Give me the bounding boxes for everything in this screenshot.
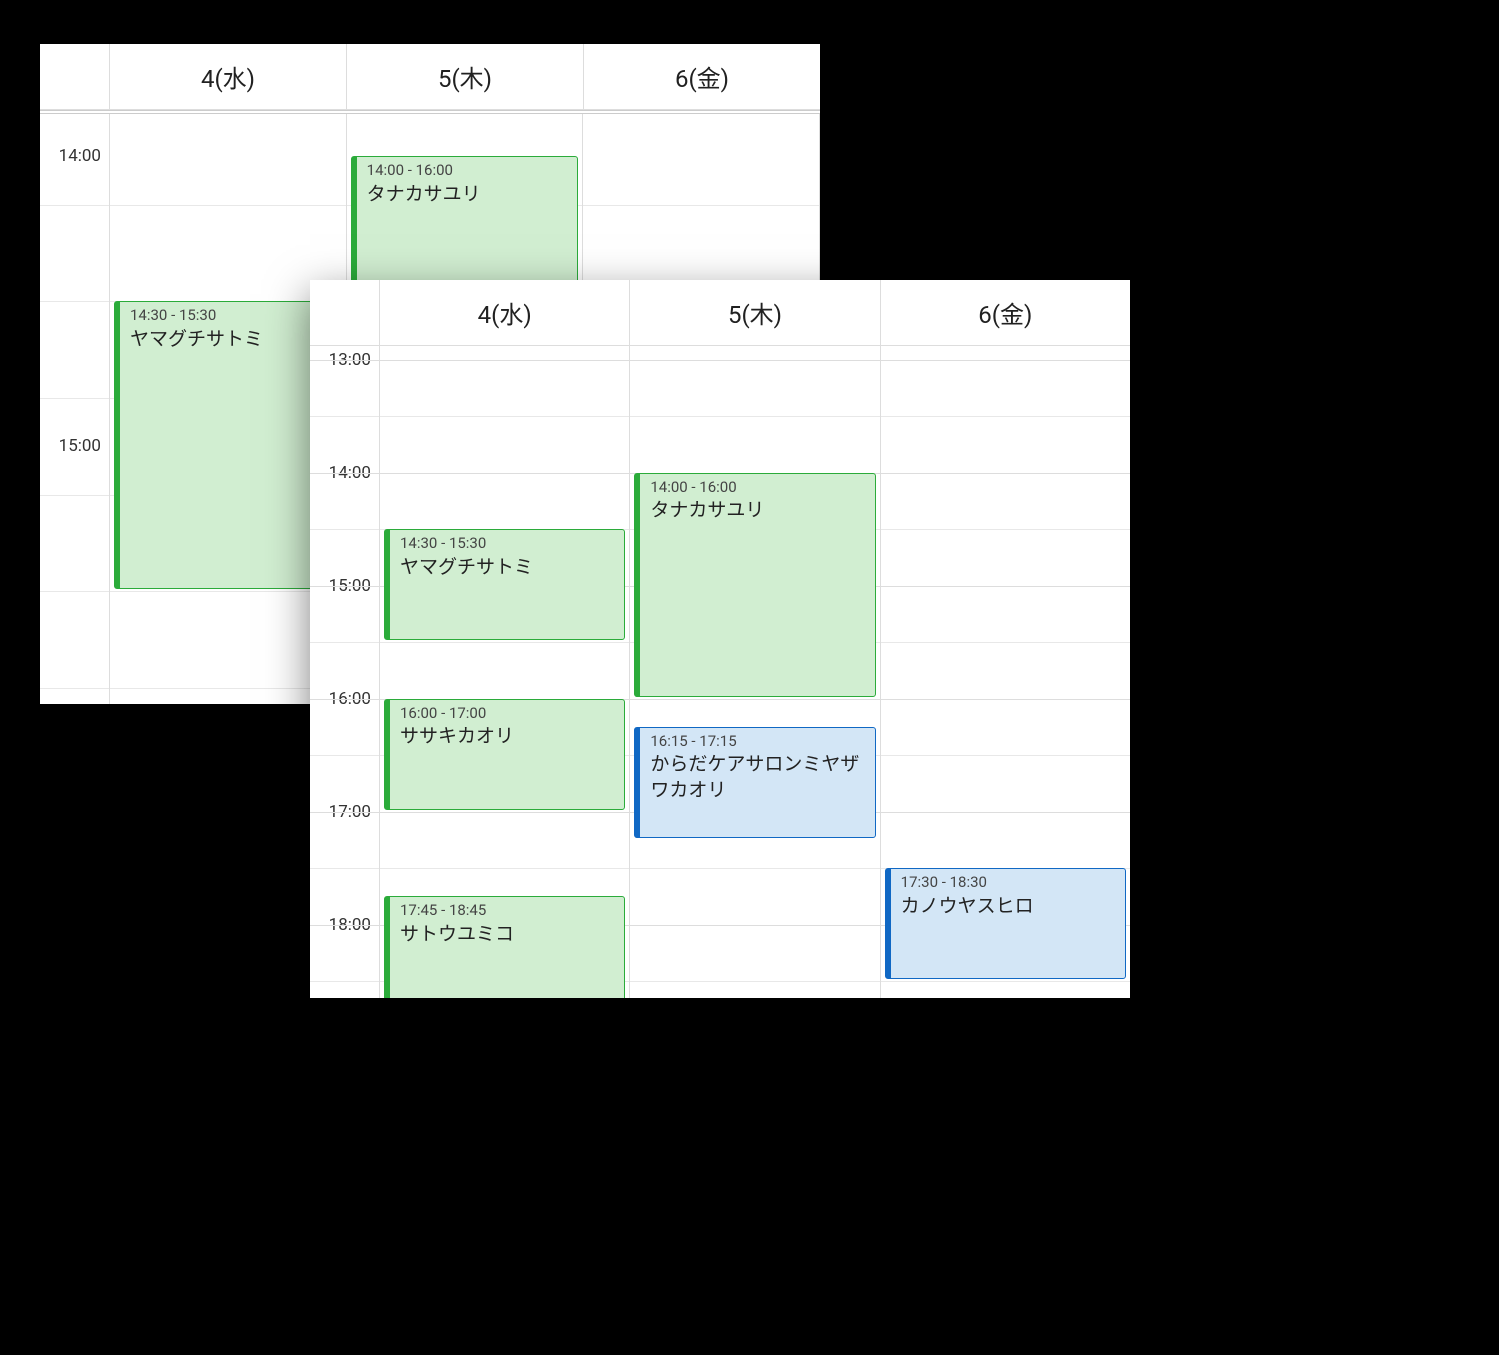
- grid-line: [630, 416, 879, 417]
- day-column-wed[interactable]: 14:30 - 15:30ヤマグチサトミ16:00 - 17:00ササキカオリ1…: [380, 346, 630, 998]
- event-title: からだケアサロンミヤザワカオリ: [650, 751, 864, 802]
- grid-line: [881, 699, 1130, 700]
- grid-line: [310, 699, 379, 700]
- grid-line: [630, 699, 879, 700]
- calendar-event[interactable]: 14:30 - 15:30ヤマグチサトミ: [384, 529, 625, 640]
- day-header-label: 6(金): [675, 59, 729, 94]
- grid-line: [881, 473, 1130, 474]
- grid-line: [380, 360, 629, 361]
- grid-line: [881, 586, 1130, 587]
- time-column: 13:0014:0015:0016:0017:0018:00: [310, 346, 380, 998]
- event-title: カノウヤスヒロ: [901, 893, 1115, 919]
- event-time: 17:30 - 18:30: [901, 873, 1115, 893]
- grid-line: [881, 416, 1130, 417]
- event-title: タナカサユリ: [367, 181, 568, 207]
- grid-line: [310, 473, 379, 474]
- day-header-thu[interactable]: 5(木): [347, 44, 584, 109]
- calendar-header: 4(水) 5(木) 6(金): [310, 280, 1130, 346]
- grid-line: [40, 495, 109, 496]
- event-time: 14:00 - 16:00: [367, 161, 568, 181]
- day-header-fri[interactable]: 6(金): [881, 280, 1130, 345]
- grid-line: [310, 925, 379, 926]
- calendar-event[interactable]: 14:00 - 16:00タナカサユリ: [634, 473, 875, 697]
- day-header-label: 4(水): [201, 59, 255, 94]
- event-time: 14:30 - 15:30: [400, 534, 614, 554]
- grid-line: [310, 868, 379, 869]
- grid-line: [881, 755, 1130, 756]
- grid-line: [881, 812, 1130, 813]
- event-time: 17:45 - 18:45: [400, 901, 614, 921]
- time-gutter-header: [310, 280, 380, 345]
- grid-line: [380, 416, 629, 417]
- grid-line: [40, 301, 109, 302]
- grid-line: [380, 473, 629, 474]
- day-header-thu[interactable]: 5(木): [630, 280, 880, 345]
- calendar-event[interactable]: 14:30 - 15:30ヤマグチサトミ: [114, 301, 342, 589]
- event-time: 16:00 - 17:00: [400, 704, 614, 724]
- grid-line: [630, 360, 879, 361]
- grid-line: [881, 529, 1130, 530]
- time-gutter-header: [40, 44, 110, 109]
- grid-line: [40, 688, 109, 689]
- calendar-body: 13:0014:0015:0016:0017:0018:00 14:30 - 1…: [310, 346, 1130, 998]
- grid-line: [110, 205, 346, 206]
- event-title: サトウユミコ: [400, 921, 614, 947]
- grid-line: [310, 529, 379, 530]
- grid-line: [630, 981, 879, 982]
- day-header-fri[interactable]: 6(金): [584, 44, 820, 109]
- grid-line: [380, 812, 629, 813]
- grid-line: [40, 205, 109, 206]
- day-header-label: 5(木): [438, 59, 492, 94]
- event-time: 16:15 - 17:15: [650, 732, 864, 752]
- calendar-event[interactable]: 16:00 - 17:00ササキカオリ: [384, 699, 625, 810]
- grid-line: [583, 205, 819, 206]
- day-column-fri[interactable]: 17:30 - 18:30カノウヤスヒロ: [881, 346, 1130, 998]
- calendar-header: 4(水) 5(木) 6(金): [40, 44, 820, 110]
- time-label: 15:00: [59, 436, 101, 456]
- event-time: 14:30 - 15:30: [130, 306, 331, 326]
- calendar-front: 4(水) 5(木) 6(金) 13:0014:0015:0016:0017:00…: [310, 280, 1130, 998]
- grid-line: [881, 360, 1130, 361]
- grid-line: [310, 642, 379, 643]
- day-header-label: 6(金): [978, 295, 1032, 330]
- calendar-event[interactable]: 17:45 - 18:45サトウユミコ: [384, 896, 625, 998]
- grid-line: [310, 812, 379, 813]
- allday-separator: [40, 110, 820, 114]
- grid-line: [881, 981, 1130, 982]
- grid-line: [630, 925, 879, 926]
- day-header-wed[interactable]: 4(水): [110, 44, 347, 109]
- grid-line: [881, 642, 1130, 643]
- day-column-thu[interactable]: 14:00 - 16:00タナカサユリ 16:15 - 17:15からだケアサロン…: [630, 346, 880, 998]
- grid-line: [310, 416, 379, 417]
- event-title: タナカサユリ: [650, 497, 864, 523]
- grid-line: [310, 981, 379, 982]
- event-title: ヤマグチサトミ: [130, 326, 331, 352]
- grid-line: [310, 360, 379, 361]
- grid-line: [40, 591, 109, 592]
- event-time: 14:00 - 16:00: [650, 478, 864, 498]
- grid-line: [380, 642, 629, 643]
- time-column: 14:00 15:00: [40, 110, 110, 704]
- day-header-label: 5(木): [728, 295, 782, 330]
- grid-line: [380, 868, 629, 869]
- event-title: ヤマグチサトミ: [400, 554, 614, 580]
- grid-line: [40, 398, 109, 399]
- day-header-wed[interactable]: 4(水): [380, 280, 630, 345]
- day-header-label: 4(水): [478, 295, 532, 330]
- grid-line: [310, 586, 379, 587]
- grid-line: [310, 755, 379, 756]
- calendar-event[interactable]: 17:30 - 18:30カノウヤスヒロ: [885, 868, 1126, 979]
- time-label: 14:00: [59, 146, 101, 166]
- grid-line: [630, 868, 879, 869]
- calendar-event[interactable]: 16:15 - 17:15からだケアサロンミヤザワカオリ: [634, 727, 875, 838]
- event-title: ササキカオリ: [400, 723, 614, 749]
